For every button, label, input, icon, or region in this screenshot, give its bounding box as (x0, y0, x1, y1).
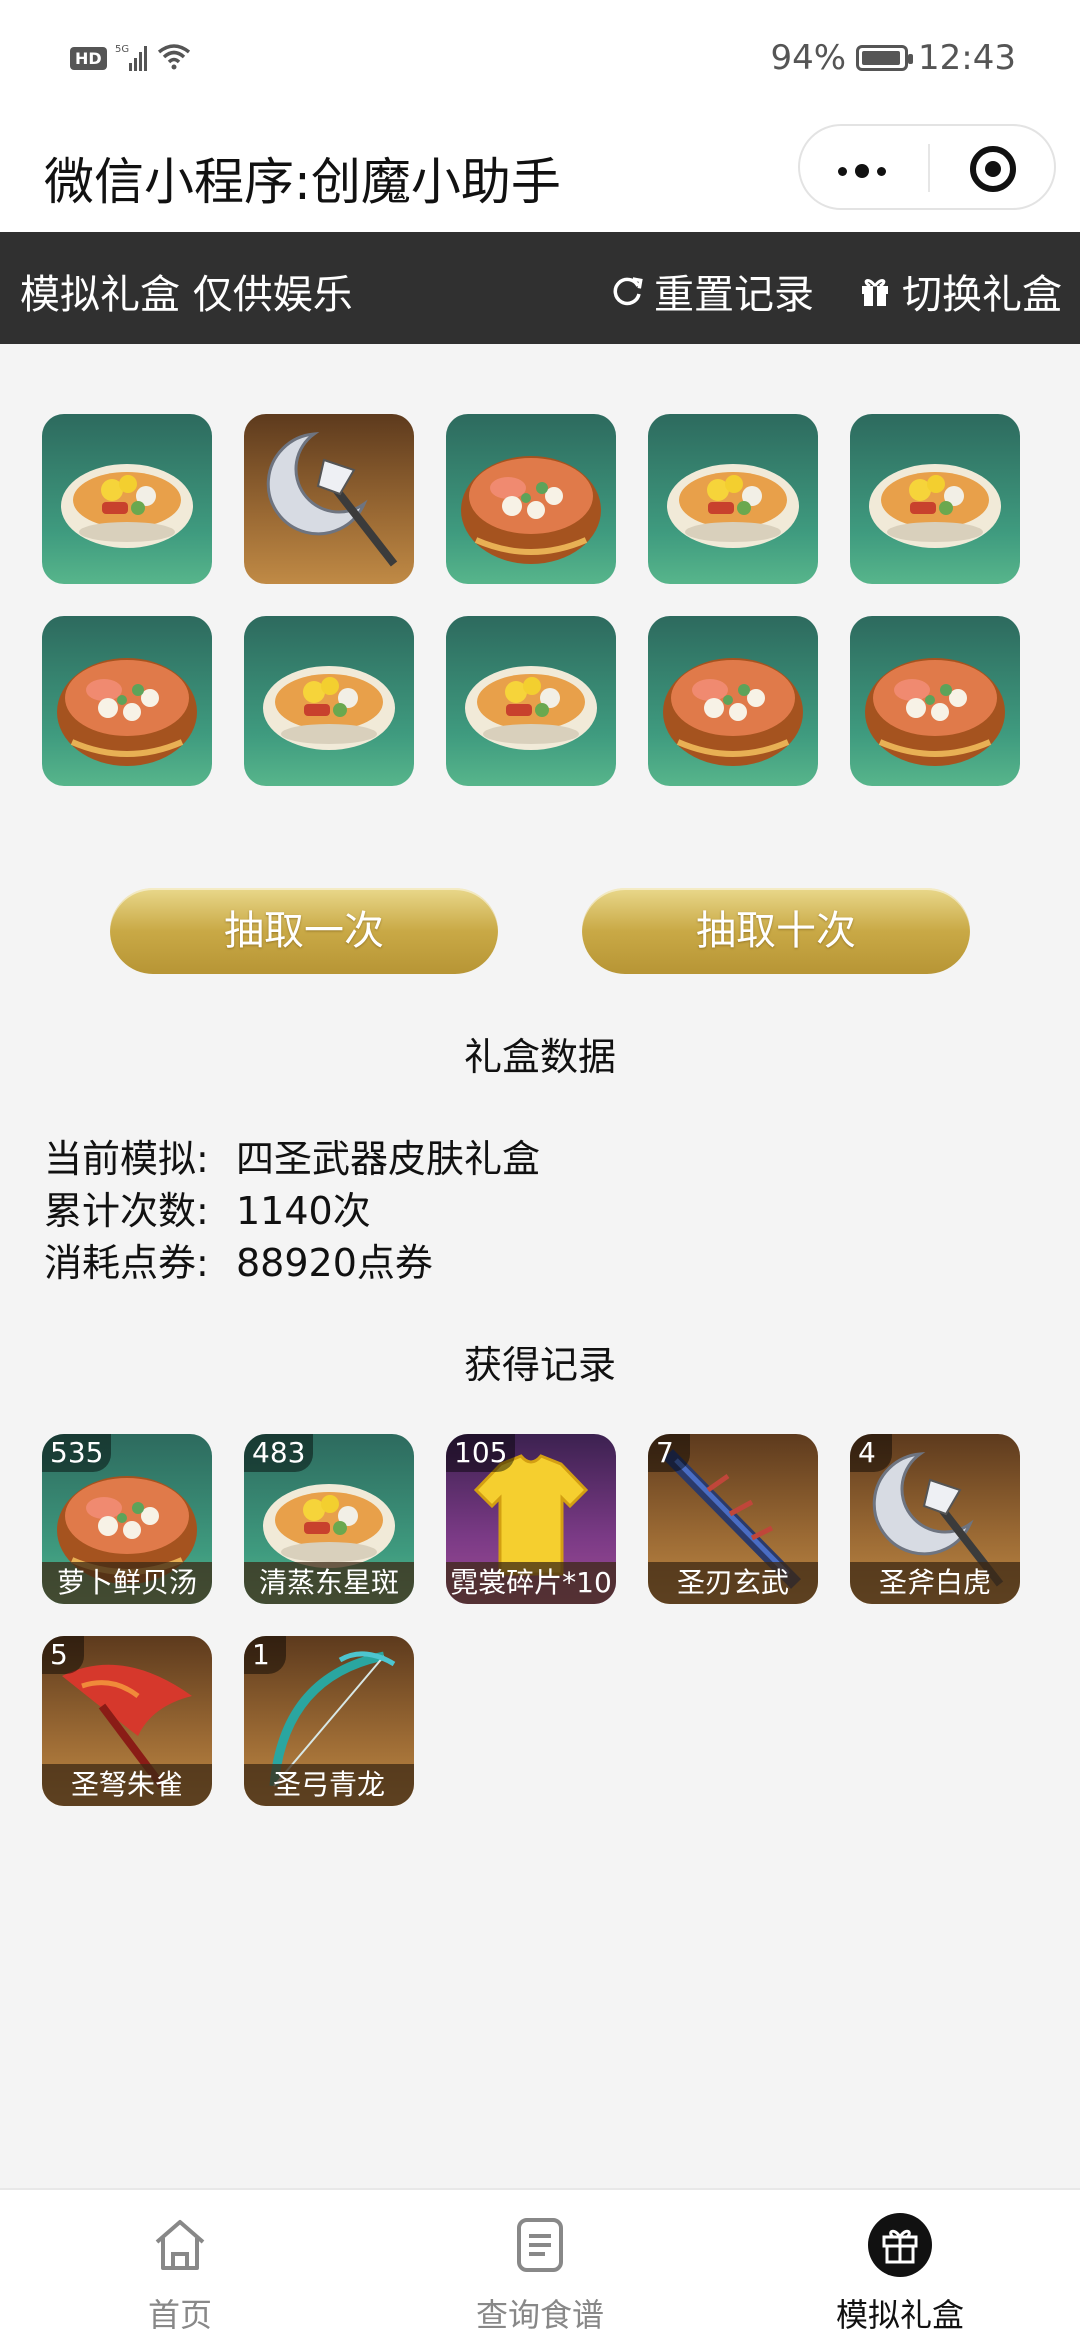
hd-badge: HD (70, 46, 107, 70)
clock: 12:43 (918, 38, 1016, 78)
gift-header-bar: 模拟礼盒 仅供娱乐 重置记录 切换礼盒 (0, 232, 1080, 344)
record-count: 483 (244, 1434, 314, 1472)
status-bar: HD 5G 94% 12:43 (0, 0, 1080, 120)
stat-count: 累计次数: 1140次 (44, 1180, 371, 1235)
record-name: 圣弩朱雀 (42, 1764, 212, 1806)
home-icon (155, 2220, 205, 2270)
svg-text:5G: 5G (115, 44, 129, 55)
record-item: 483 清蒸东星斑 (244, 1434, 414, 1604)
record-item: 535 萝卜鲜贝汤 (42, 1434, 212, 1604)
battery-percent: 94% (770, 38, 847, 78)
record-count: 105 (446, 1434, 516, 1472)
stat-cost: 消耗点券: 88920点券 (44, 1232, 433, 1287)
bottom-tab-bar: 首页 查询食谱 模拟礼盒 (0, 2188, 1080, 2342)
draw-result-tile (446, 616, 616, 786)
tab-recipe-label: 查询食谱 (475, 2296, 604, 2334)
record-item: 7 圣刃玄武 (648, 1434, 818, 1604)
signal-icon: 5G (115, 43, 149, 73)
draw-result-tile (850, 414, 1020, 584)
draw-result-tile (648, 616, 818, 786)
record-item: 1 圣弓青龙 (244, 1636, 414, 1806)
draw-result-tile (446, 414, 616, 584)
record-count: 535 (42, 1434, 112, 1472)
record-count: 4 (850, 1434, 892, 1472)
recipe-icon (517, 2218, 563, 2272)
gift-data-title: 礼盒数据 (463, 1035, 616, 1079)
record-count: 7 (648, 1434, 690, 1472)
more-options-icon[interactable] (838, 164, 886, 178)
gift-icon (868, 2213, 932, 2277)
stat-count-label: 累计次数: (44, 1189, 209, 1233)
record-name: 清蒸东星斑 (244, 1562, 414, 1604)
battery-icon (856, 45, 914, 71)
tab-home-label: 首页 (147, 2296, 212, 2334)
record-name: 圣刃玄武 (648, 1562, 818, 1604)
reset-label: 重置记录 (654, 272, 814, 318)
tab-recipe[interactable]: 查询食谱 (360, 2190, 720, 2342)
stat-current: 当前模拟: 四圣武器皮肤礼盒 (44, 1128, 540, 1183)
stat-current-value: 四圣武器皮肤礼盒 (236, 1137, 541, 1181)
draw-result-tile (42, 616, 212, 786)
draw-result-tile (244, 414, 414, 584)
tab-home[interactable]: 首页 (0, 2190, 360, 2342)
records-title: 获得记录 (463, 1343, 616, 1387)
status-right: 94% 12:43 (770, 38, 1016, 78)
tab-gift-label: 模拟礼盒 (835, 2296, 964, 2334)
draw-once-button[interactable]: 抽取一次 (110, 888, 498, 974)
page-title: 微信小程序:创魔小助手 (44, 153, 561, 211)
record-name: 圣斧白虎 (850, 1562, 1020, 1604)
close-miniprogram-icon[interactable] (970, 146, 1016, 192)
draw-result-tile (42, 414, 212, 584)
record-item: 105 霓裳碎片*10 (446, 1434, 616, 1604)
wifi-icon (157, 42, 191, 74)
draw-ten-button[interactable]: 抽取十次 (582, 888, 970, 974)
record-item: 4 圣斧白虎 (850, 1434, 1020, 1604)
gift-icon (862, 279, 888, 306)
stat-current-label: 当前模拟: (44, 1137, 209, 1181)
capsule-menu (798, 124, 1056, 210)
record-name: 霓裳碎片*10 (446, 1562, 616, 1604)
record-item: 5 圣弩朱雀 (42, 1636, 212, 1806)
record-name: 圣弓青龙 (244, 1764, 414, 1806)
record-name: 萝卜鲜贝汤 (42, 1562, 212, 1604)
switch-label: 切换礼盒 (902, 272, 1062, 318)
stat-cost-value: 88920点券 (236, 1241, 433, 1285)
tab-gift[interactable]: 模拟礼盒 (720, 2190, 1080, 2342)
draw-result-tile (850, 616, 1020, 786)
capsule-divider (928, 144, 930, 192)
miniprogram-titlebar: 微信小程序:创魔小助手 (0, 120, 1080, 232)
draw-result-tile (244, 616, 414, 786)
stat-cost-label: 消耗点券: (44, 1241, 209, 1285)
record-count: 1 (244, 1636, 286, 1674)
reset-records-button[interactable]: 重置记录 (610, 262, 814, 320)
draw-result-tile (648, 414, 818, 584)
switch-gift-button[interactable]: 切换礼盒 (858, 262, 1062, 320)
stat-count-value: 1140次 (236, 1189, 371, 1233)
status-left: HD 5G (70, 42, 191, 74)
record-count: 5 (42, 1636, 84, 1674)
header-notice: 模拟礼盒 仅供娱乐 (20, 272, 353, 318)
refresh-icon (613, 277, 643, 306)
